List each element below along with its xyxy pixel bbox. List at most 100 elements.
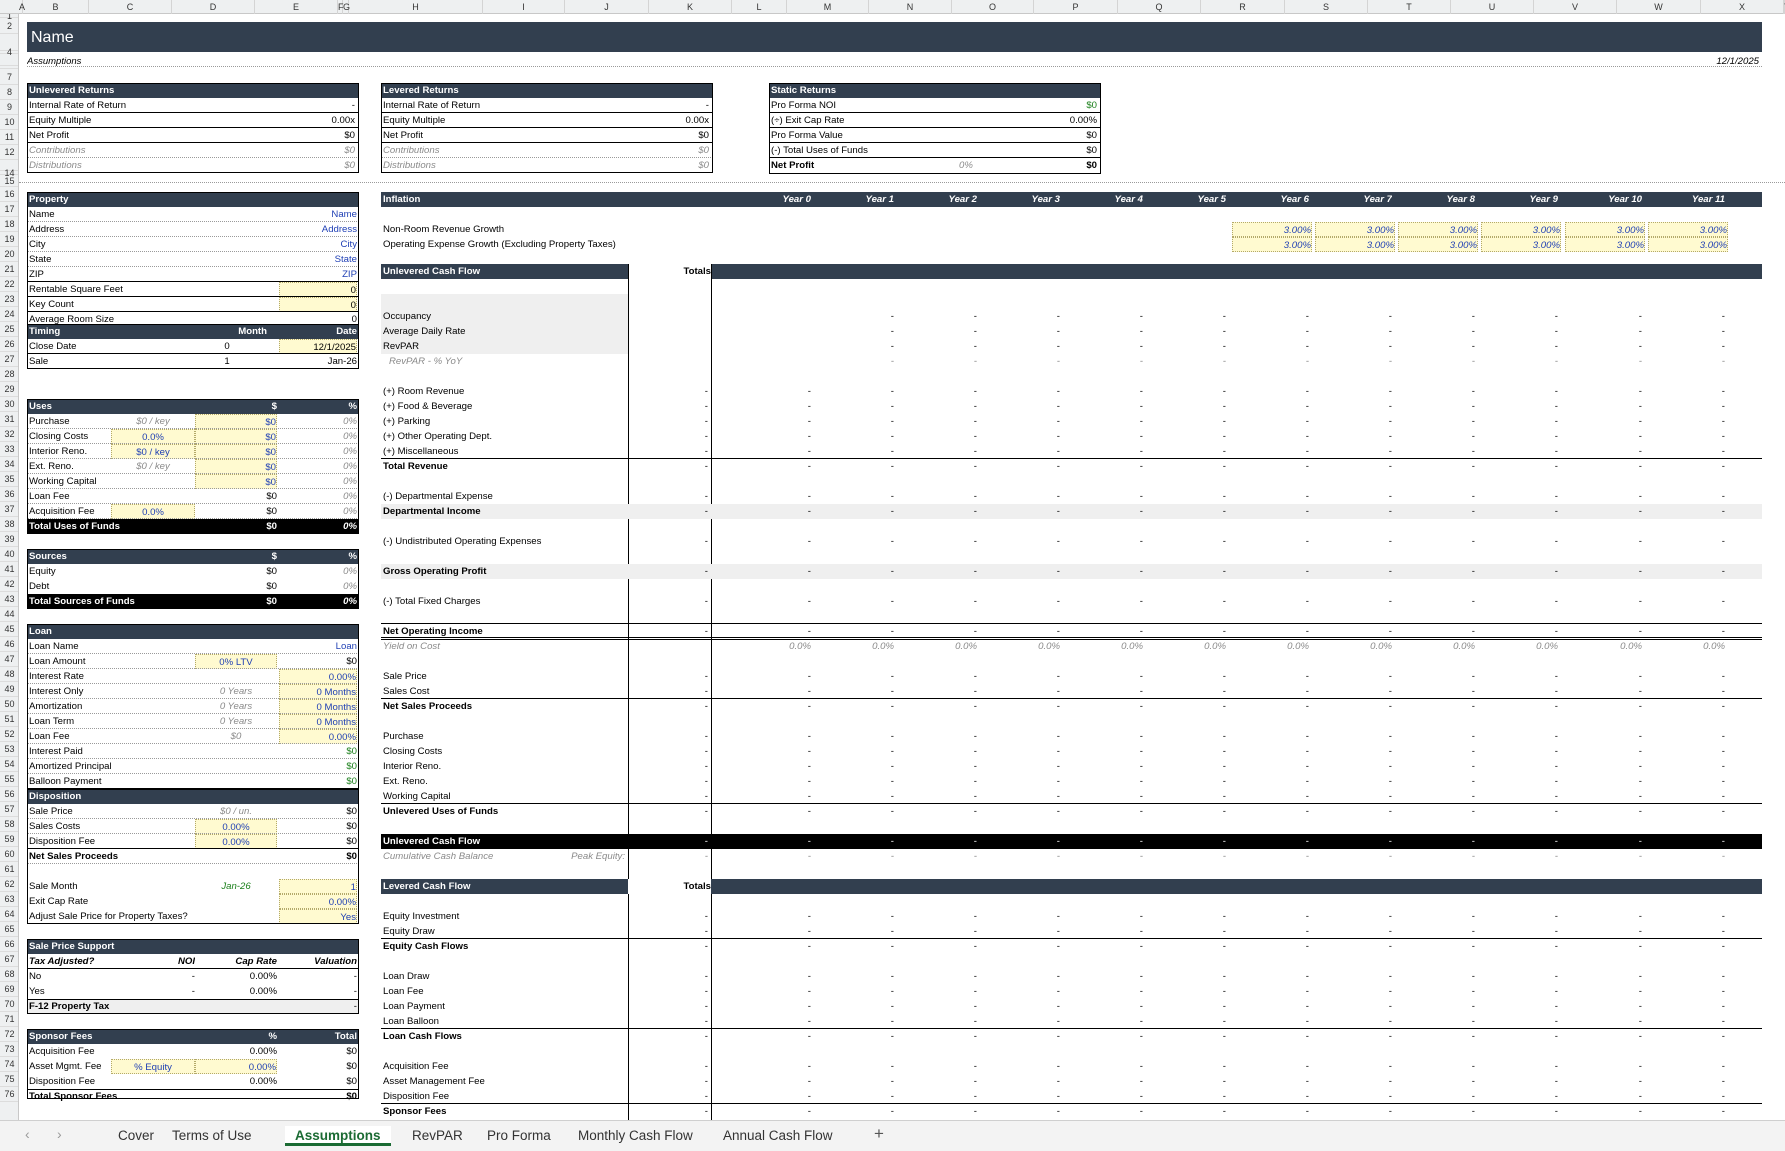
sheet-tab-revpar[interactable]: RevPAR xyxy=(402,1126,473,1146)
column-header-D[interactable]: D xyxy=(172,0,255,14)
row-header-64[interactable]: 64 xyxy=(0,907,18,922)
row-header-41[interactable]: 41 xyxy=(0,562,18,577)
row-header-66[interactable]: 66 xyxy=(0,937,18,952)
row-header-48[interactable]: 48 xyxy=(0,667,18,682)
row-header-20[interactable]: 20 xyxy=(0,247,18,262)
row-header-46[interactable]: 46 xyxy=(0,637,18,652)
row-header-56[interactable]: 56 xyxy=(0,787,18,802)
row-header-76[interactable]: 76 xyxy=(0,1087,18,1102)
sheet-tab-annual-cash-flow[interactable]: Annual Cash Flow xyxy=(713,1126,843,1146)
row-header-63[interactable]: 63 xyxy=(0,892,18,907)
sheet-tab-terms-of-use[interactable]: Terms of Use xyxy=(162,1126,262,1146)
row-header-9[interactable]: 9 xyxy=(0,100,18,115)
sheet-grid[interactable]: Name Assumptions 12/1/2025 Unlevered Ret… xyxy=(19,14,1785,1120)
row-header-50[interactable]: 50 xyxy=(0,697,18,712)
row-header-27[interactable]: 27 xyxy=(0,352,18,367)
row-header-18[interactable]: 18 xyxy=(0,217,18,232)
row-header-45[interactable]: 45 xyxy=(0,622,18,637)
row-header-42[interactable]: 42 xyxy=(0,577,18,592)
inflation-input[interactable]: 3.00% xyxy=(1481,237,1561,252)
row-header-37[interactable]: 37 xyxy=(0,502,18,517)
column-header-O[interactable]: O xyxy=(952,0,1034,14)
inflation-input[interactable]: 3.00% xyxy=(1481,222,1561,237)
row-header-29[interactable]: 29 xyxy=(0,382,18,397)
row-header-22[interactable]: 22 xyxy=(0,277,18,292)
row-header-25[interactable]: 25 xyxy=(0,322,18,337)
row-header-38[interactable]: 38 xyxy=(0,517,18,532)
inflation-input[interactable]: 3.00% xyxy=(1565,237,1645,252)
column-header-J[interactable]: J xyxy=(565,0,649,14)
row-header-30[interactable]: 30 xyxy=(0,397,18,412)
sheet-tab-pro-forma[interactable]: Pro Forma xyxy=(477,1126,561,1146)
row-header-11[interactable]: 11 xyxy=(0,130,18,145)
row-header-72[interactable]: 72 xyxy=(0,1027,18,1042)
row-header-31[interactable]: 31 xyxy=(0,412,18,427)
column-header-L[interactable]: L xyxy=(732,0,787,14)
row-header-74[interactable]: 74 xyxy=(0,1057,18,1072)
row-header-17[interactable]: 17 xyxy=(0,202,18,217)
row-header-73[interactable]: 73 xyxy=(0,1042,18,1057)
column-header-V[interactable]: V xyxy=(1534,0,1617,14)
row-header-35[interactable]: 35 xyxy=(0,472,18,487)
sheet-tab-assumptions[interactable]: Assumptions xyxy=(285,1126,391,1146)
row-header-58[interactable]: 58 xyxy=(0,817,18,832)
row-header-23[interactable]: 23 xyxy=(0,292,18,307)
row-header-60[interactable]: 60 xyxy=(0,847,18,862)
row-header-69[interactable]: 69 xyxy=(0,982,18,997)
sheet-tab-monthly-cash-flow[interactable]: Monthly Cash Flow xyxy=(568,1126,703,1146)
row-header-43[interactable]: 43 xyxy=(0,592,18,607)
row-header-75[interactable]: 75 xyxy=(0,1072,18,1087)
row-header-71[interactable]: 71 xyxy=(0,1012,18,1027)
column-header-N[interactable]: N xyxy=(869,0,952,14)
row-header-59[interactable]: 59 xyxy=(0,832,18,847)
column-header-I[interactable]: I xyxy=(483,0,565,14)
row-header-7[interactable]: 7 xyxy=(0,69,18,85)
row-header-12[interactable]: 12 xyxy=(0,145,18,160)
column-header-K[interactable]: K xyxy=(649,0,732,14)
row-header-57[interactable]: 57 xyxy=(0,802,18,817)
row-header-67[interactable]: 67 xyxy=(0,952,18,967)
row-header-10[interactable]: 10 xyxy=(0,115,18,130)
row-header-51[interactable]: 51 xyxy=(0,712,18,727)
row-header-15[interactable]: 15 xyxy=(0,175,18,187)
row-header-32[interactable]: 32 xyxy=(0,427,18,442)
inflation-input[interactable]: 3.00% xyxy=(1648,237,1728,252)
plus-icon[interactable]: + xyxy=(874,1124,884,1144)
row-header-36[interactable]: 36 xyxy=(0,487,18,502)
row-header-55[interactable]: 55 xyxy=(0,772,18,787)
column-header-W[interactable]: W xyxy=(1617,0,1701,14)
inflation-input[interactable]: 3.00% xyxy=(1565,222,1645,237)
column-header-P[interactable]: P xyxy=(1034,0,1118,14)
inflation-input[interactable]: 3.00% xyxy=(1398,222,1478,237)
row-header-24[interactable]: 24 xyxy=(0,307,18,322)
inflation-input[interactable]: 3.00% xyxy=(1398,237,1478,252)
row-header-65[interactable]: 65 xyxy=(0,922,18,937)
row-header-16[interactable]: 16 xyxy=(0,187,18,202)
row-header-2[interactable]: 2 xyxy=(0,18,18,34)
inflation-input[interactable]: 3.00% xyxy=(1232,222,1312,237)
column-header-C[interactable]: C xyxy=(89,0,172,14)
chevron-left-icon[interactable]: ‹ xyxy=(25,1126,30,1142)
row-header-53[interactable]: 53 xyxy=(0,742,18,757)
row-header-34[interactable]: 34 xyxy=(0,457,18,472)
row-header-70[interactable]: 70 xyxy=(0,997,18,1012)
column-header-X[interactable]: X xyxy=(1701,0,1784,14)
row-header-19[interactable]: 19 xyxy=(0,232,18,247)
row-header-28[interactable]: 28 xyxy=(0,367,18,382)
column-header-R[interactable]: R xyxy=(1201,0,1285,14)
column-header-S[interactable]: S xyxy=(1285,0,1368,14)
row-header-33[interactable]: 33 xyxy=(0,442,18,457)
row-header-47[interactable]: 47 xyxy=(0,652,18,667)
column-header-M[interactable]: M xyxy=(787,0,869,14)
column-header-E[interactable]: E xyxy=(255,0,338,14)
row-header-hidden[interactable] xyxy=(0,54,18,66)
row-header-40[interactable]: 40 xyxy=(0,547,18,562)
row-header-44[interactable]: 44 xyxy=(0,607,18,622)
inflation-input[interactable]: 3.00% xyxy=(1315,237,1395,252)
row-header-54[interactable]: 54 xyxy=(0,757,18,772)
inflation-input[interactable]: 3.00% xyxy=(1648,222,1728,237)
sheet-tab-cover[interactable]: Cover xyxy=(108,1126,164,1146)
column-header-T[interactable]: T xyxy=(1368,0,1451,14)
inflation-input[interactable]: 3.00% xyxy=(1315,222,1395,237)
row-header-49[interactable]: 49 xyxy=(0,682,18,697)
